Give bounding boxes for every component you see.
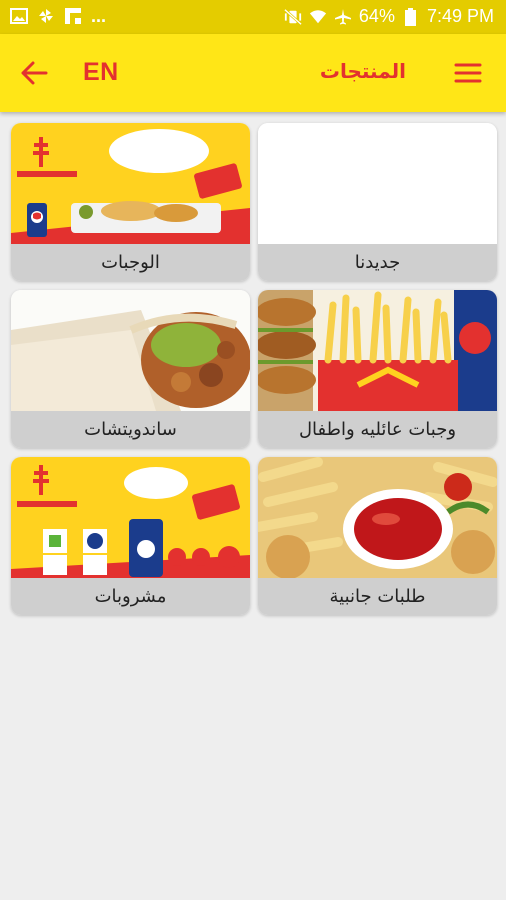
category-card-side-orders[interactable]: طلبات جانبية [258, 457, 497, 615]
category-label: مشروبات [11, 578, 250, 615]
category-card-meals[interactable]: الوجبات [11, 123, 250, 281]
airplane-icon [334, 8, 352, 26]
language-toggle-button[interactable]: EN [83, 58, 119, 87]
meals-promo-image [11, 123, 250, 244]
clock: 7:49 PM [426, 6, 494, 26]
menu-button[interactable] [454, 63, 482, 83]
category-card-family-kids[interactable]: وجبات عائليه واطفال [258, 290, 497, 448]
app-bar: EN المنتجات [0, 34, 506, 112]
category-image [258, 123, 497, 244]
category-label: وجبات عائليه واطفال [258, 411, 497, 448]
back-button[interactable] [20, 61, 48, 85]
arrow-back-icon [21, 61, 48, 85]
wifi-icon [309, 8, 327, 26]
flipboard-icon [64, 7, 82, 25]
category-label: طلبات جانبية [258, 578, 497, 615]
category-card-new[interactable]: جديدنا [258, 123, 497, 281]
more-dots-icon: ... [91, 6, 107, 26]
battery-percent: 64% [358, 6, 395, 26]
category-label: الوجبات [11, 244, 250, 281]
category-label: ساندويتشات [11, 411, 250, 448]
status-bar: ... 64% 7:49 PM [0, 0, 506, 34]
sandwich-wrap-image [11, 290, 250, 411]
family-meal-image [258, 290, 497, 411]
drinks-promo-image [11, 457, 250, 578]
vibrate-off-icon [283, 8, 302, 26]
category-card-drinks[interactable]: مشروبات [11, 457, 250, 615]
pinwheel-icon [37, 7, 55, 25]
image-icon [10, 7, 28, 25]
battery-icon [402, 7, 420, 26]
category-card-sandwiches[interactable]: ساندويتشات [11, 290, 250, 448]
page-title: المنتجات [319, 59, 406, 83]
category-label: جديدنا [258, 244, 497, 281]
side-orders-image [258, 457, 497, 578]
hamburger-menu-icon [454, 63, 482, 83]
